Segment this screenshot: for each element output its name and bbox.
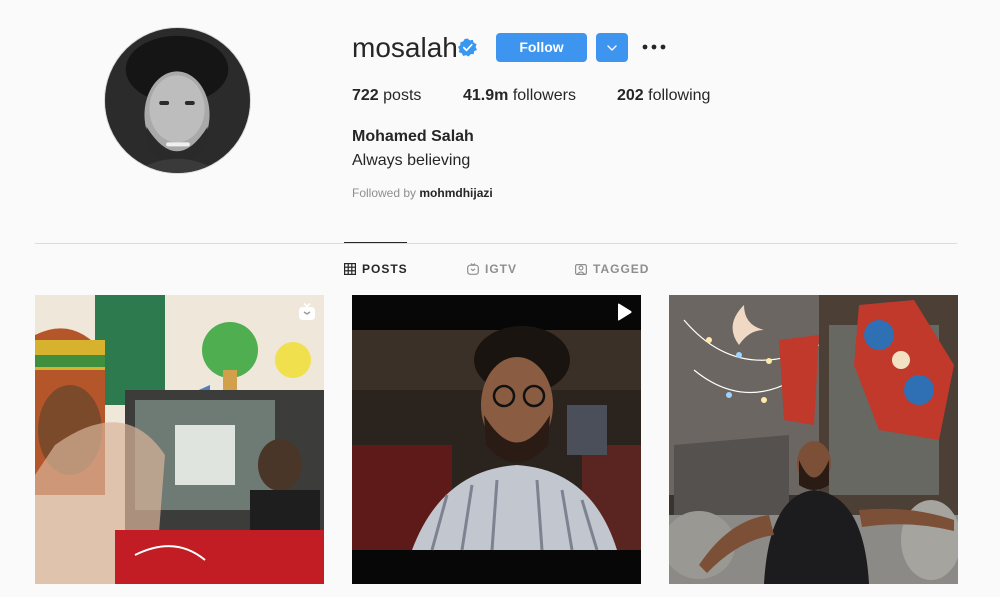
grid-icon <box>344 263 356 275</box>
tab-posts-label: POSTS <box>362 262 408 276</box>
following-count-stat[interactable]: 202 following <box>617 86 710 106</box>
tab-tagged[interactable]: TAGGED <box>575 262 649 276</box>
profile-avatar[interactable] <box>104 27 251 174</box>
following-label: following <box>648 87 711 104</box>
chevron-down-icon <box>607 44 617 51</box>
followers-count: 41.9m <box>463 87 509 104</box>
profile-stats: 722 posts 41.9m followers 202 following <box>352 86 710 106</box>
followed-by-text: Followed by mohmdhijazi <box>352 185 493 201</box>
posts-count-stat: 722 posts <box>352 86 463 106</box>
profile-bio: Always believing <box>352 152 471 169</box>
followed-by-prefix: Followed by <box>352 186 417 200</box>
tab-igtv-label: IGTV <box>485 262 518 276</box>
profile-username: mosalah <box>352 32 458 63</box>
post-thumbnail[interactable] <box>669 295 958 584</box>
posts-label: posts <box>383 87 422 104</box>
followers-count-stat[interactable]: 41.9m followers <box>463 86 617 106</box>
avatar-image <box>105 28 250 173</box>
post-image <box>352 295 641 584</box>
followed-by-user-link[interactable]: mohmdhijazi <box>419 186 492 200</box>
active-tab-indicator <box>344 242 407 243</box>
ellipsis-icon <box>642 44 666 50</box>
tab-tagged-label: TAGGED <box>593 262 650 276</box>
follow-button[interactable]: Follow <box>496 33 587 62</box>
post-image <box>35 295 324 584</box>
following-count: 202 <box>617 87 644 104</box>
igtv-badge-icon <box>299 302 315 320</box>
tab-posts[interactable]: POSTS <box>344 262 408 276</box>
igtv-icon <box>467 263 479 275</box>
post-image <box>669 295 958 584</box>
play-icon <box>618 303 632 321</box>
post-thumbnail[interactable] <box>35 295 324 584</box>
profile-full-name: Mohamed Salah <box>352 128 474 145</box>
tagged-icon <box>575 264 587 275</box>
posts-count: 722 <box>352 87 379 104</box>
post-thumbnail[interactable] <box>352 295 641 584</box>
tabs-divider <box>35 243 957 244</box>
tab-igtv[interactable]: IGTV <box>467 262 517 276</box>
suggestions-dropdown-button[interactable] <box>596 33 628 62</box>
verified-badge-icon <box>458 38 477 57</box>
more-options-button[interactable] <box>641 38 667 56</box>
followers-label: followers <box>512 87 576 104</box>
